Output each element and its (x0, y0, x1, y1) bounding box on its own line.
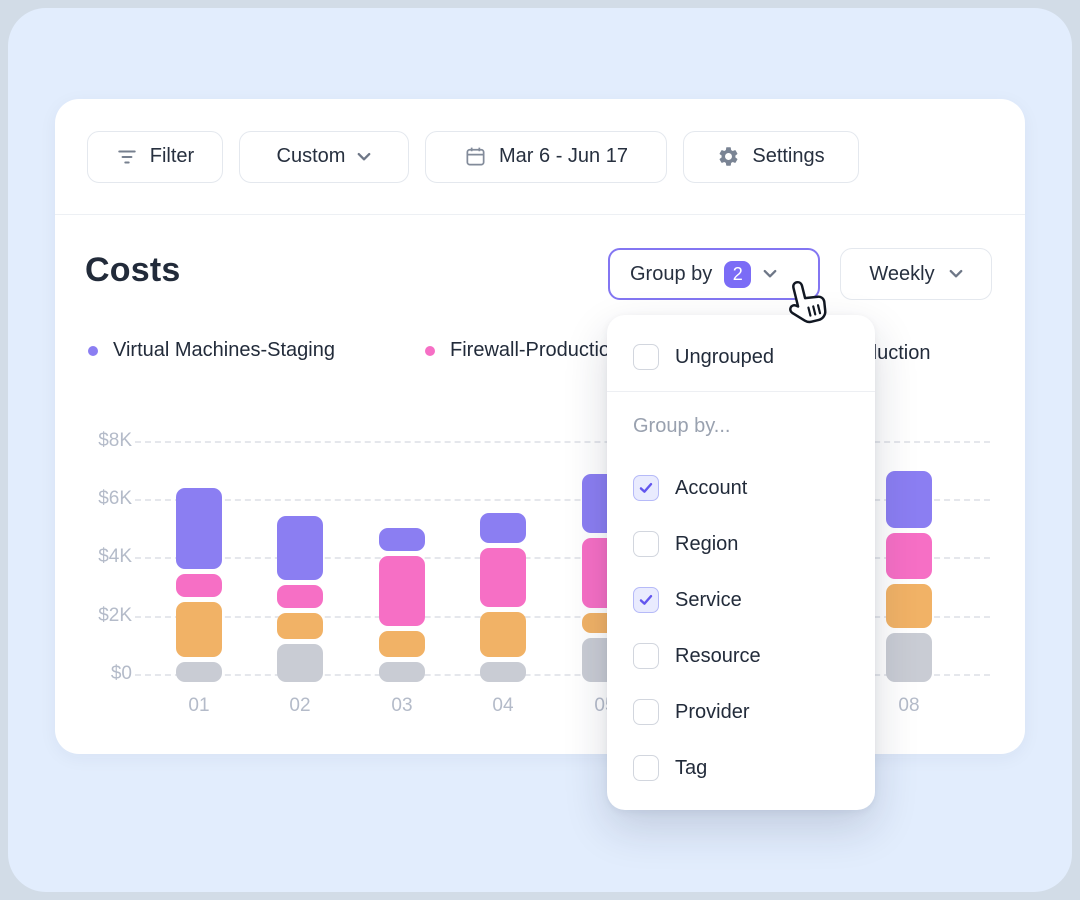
menu-item-label: Provider (675, 701, 749, 724)
bar-segment[interactable] (886, 633, 932, 682)
menu-item-provider[interactable]: Provider (607, 684, 875, 740)
y-axis-tick-label: $8K (80, 429, 132, 453)
bar-segment[interactable] (379, 662, 425, 682)
bar-segment[interactable] (379, 528, 425, 551)
bar-segment[interactable] (277, 585, 323, 608)
bar-segment[interactable] (176, 574, 222, 597)
costs-card: Filter Custom Mar 6 - Jun 17 Settings (55, 99, 1025, 754)
menu-item-ungrouped[interactable]: Ungrouped (607, 329, 875, 385)
menu-item-region[interactable]: Region (607, 516, 875, 572)
bar-segment[interactable] (886, 471, 932, 528)
menu-item-service[interactable]: Service (607, 572, 875, 628)
menu-item-label: Resource (675, 645, 761, 668)
bar-segment[interactable] (480, 662, 526, 682)
x-axis-tick-label: 01 (169, 695, 229, 717)
menu-item-label: Service (675, 589, 742, 612)
bar-segment[interactable] (886, 584, 932, 628)
region-checkbox[interactable] (633, 531, 659, 557)
bar-segment[interactable] (176, 662, 222, 682)
x-axis-tick-label: 04 (473, 695, 533, 717)
ungrouped-checkbox[interactable] (633, 344, 659, 370)
menu-divider (607, 391, 875, 392)
menu-item-resource[interactable]: Resource (607, 628, 875, 684)
costs-chart: $0$2K$4K$6K$8K0102030405060708 (55, 99, 1025, 754)
cursor-pointer-icon (785, 278, 829, 333)
account-checkbox[interactable] (633, 475, 659, 501)
menu-options: Account Region Service Resource Provider Tag (607, 460, 875, 796)
menu-item-label: Ungrouped (675, 346, 774, 369)
screen: Filter Custom Mar 6 - Jun 17 Settings (0, 0, 1080, 900)
bar-segment[interactable] (886, 533, 932, 579)
group-by-dropdown-menu: Ungrouped Group by... Account Region Servi… (607, 315, 875, 810)
provider-checkbox[interactable] (633, 699, 659, 725)
bar-segment[interactable] (176, 488, 222, 569)
x-axis-tick-label: 08 (879, 695, 939, 717)
bar-segment[interactable] (277, 613, 323, 639)
bar-segment[interactable] (277, 644, 323, 682)
bar-segment[interactable] (480, 612, 526, 657)
y-axis-tick-label: $0 (80, 662, 132, 686)
service-checkbox[interactable] (633, 587, 659, 613)
bar-segment[interactable] (379, 556, 425, 626)
menu-section-label: Group by... (607, 400, 875, 452)
bar-segment[interactable] (176, 602, 222, 657)
bar-segment[interactable] (480, 513, 526, 543)
resource-checkbox[interactable] (633, 643, 659, 669)
menu-item-label: Region (675, 533, 738, 556)
x-axis-tick-label: 02 (270, 695, 330, 717)
menu-item-account[interactable]: Account (607, 460, 875, 516)
menu-item-tag[interactable]: Tag (607, 740, 875, 796)
tag-checkbox[interactable] (633, 755, 659, 781)
x-axis-tick-label: 03 (372, 695, 432, 717)
bar-segment[interactable] (480, 548, 526, 607)
y-axis-tick-label: $6K (80, 487, 132, 511)
menu-item-label: Tag (675, 757, 707, 780)
y-axis-tick-label: $4K (80, 545, 132, 569)
menu-item-label: Account (675, 477, 747, 500)
bar-segment[interactable] (379, 631, 425, 657)
bar-segment[interactable] (277, 516, 323, 580)
y-axis-tick-label: $2K (80, 604, 132, 628)
